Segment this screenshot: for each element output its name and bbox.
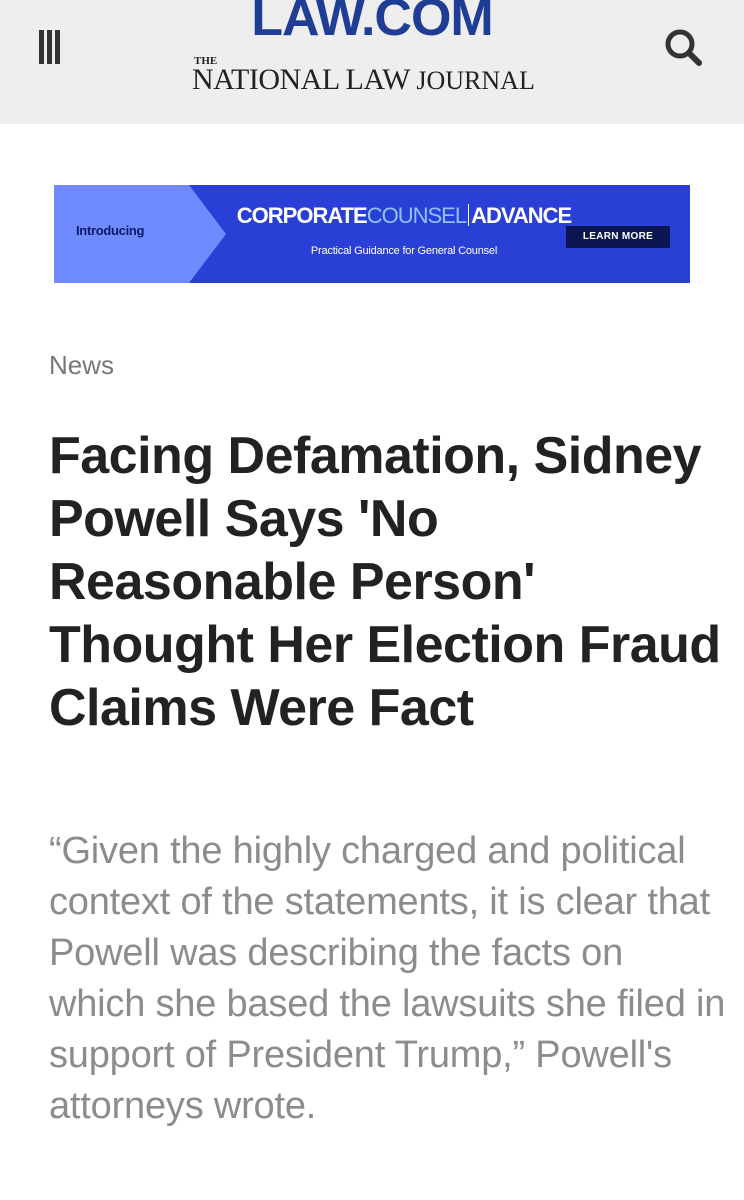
advertisement-banner[interactable]: Introducing CORPORATECOUNSEL ADVANCE Prac…: [54, 185, 690, 283]
brand-name: LAW.COM: [251, 0, 493, 47]
ad-brand-part1: CORPORATE: [236, 203, 368, 228]
publication-name-part2: JOURNAL: [416, 66, 535, 95]
learn-more-button[interactable]: LEARN MORE: [566, 226, 670, 248]
site-logo[interactable]: LAW.COM THE NATIONAL LAW JOURNAL: [150, 0, 594, 124]
hamburger-menu-icon[interactable]: [26, 24, 72, 70]
ad-brand-title: CORPORATECOUNSEL ADVANCE: [209, 203, 599, 229]
ad-brand-divider: [468, 204, 470, 226]
ad-tagline: Practical Guidance for General Counsel: [310, 245, 498, 257]
publication-name-part1: NATIONAL LAW: [192, 63, 410, 96]
publication-name: NATIONAL LAW JOURNAL: [192, 62, 535, 99]
site-header: LAW.COM THE NATIONAL LAW JOURNAL: [0, 0, 744, 124]
article-dek: “Given the highly charged and political …: [49, 830, 726, 1127]
ad-brand-part2: COUNSEL: [366, 203, 467, 228]
ad-intro-text: Introducing: [76, 223, 145, 238]
ad-brand-part3: ADVANCE: [471, 203, 572, 228]
article-headline: Facing Defamation, Sidney Powell Says 'N…: [49, 427, 721, 737]
search-icon[interactable]: [658, 22, 710, 72]
article-category[interactable]: News: [49, 345, 114, 385]
